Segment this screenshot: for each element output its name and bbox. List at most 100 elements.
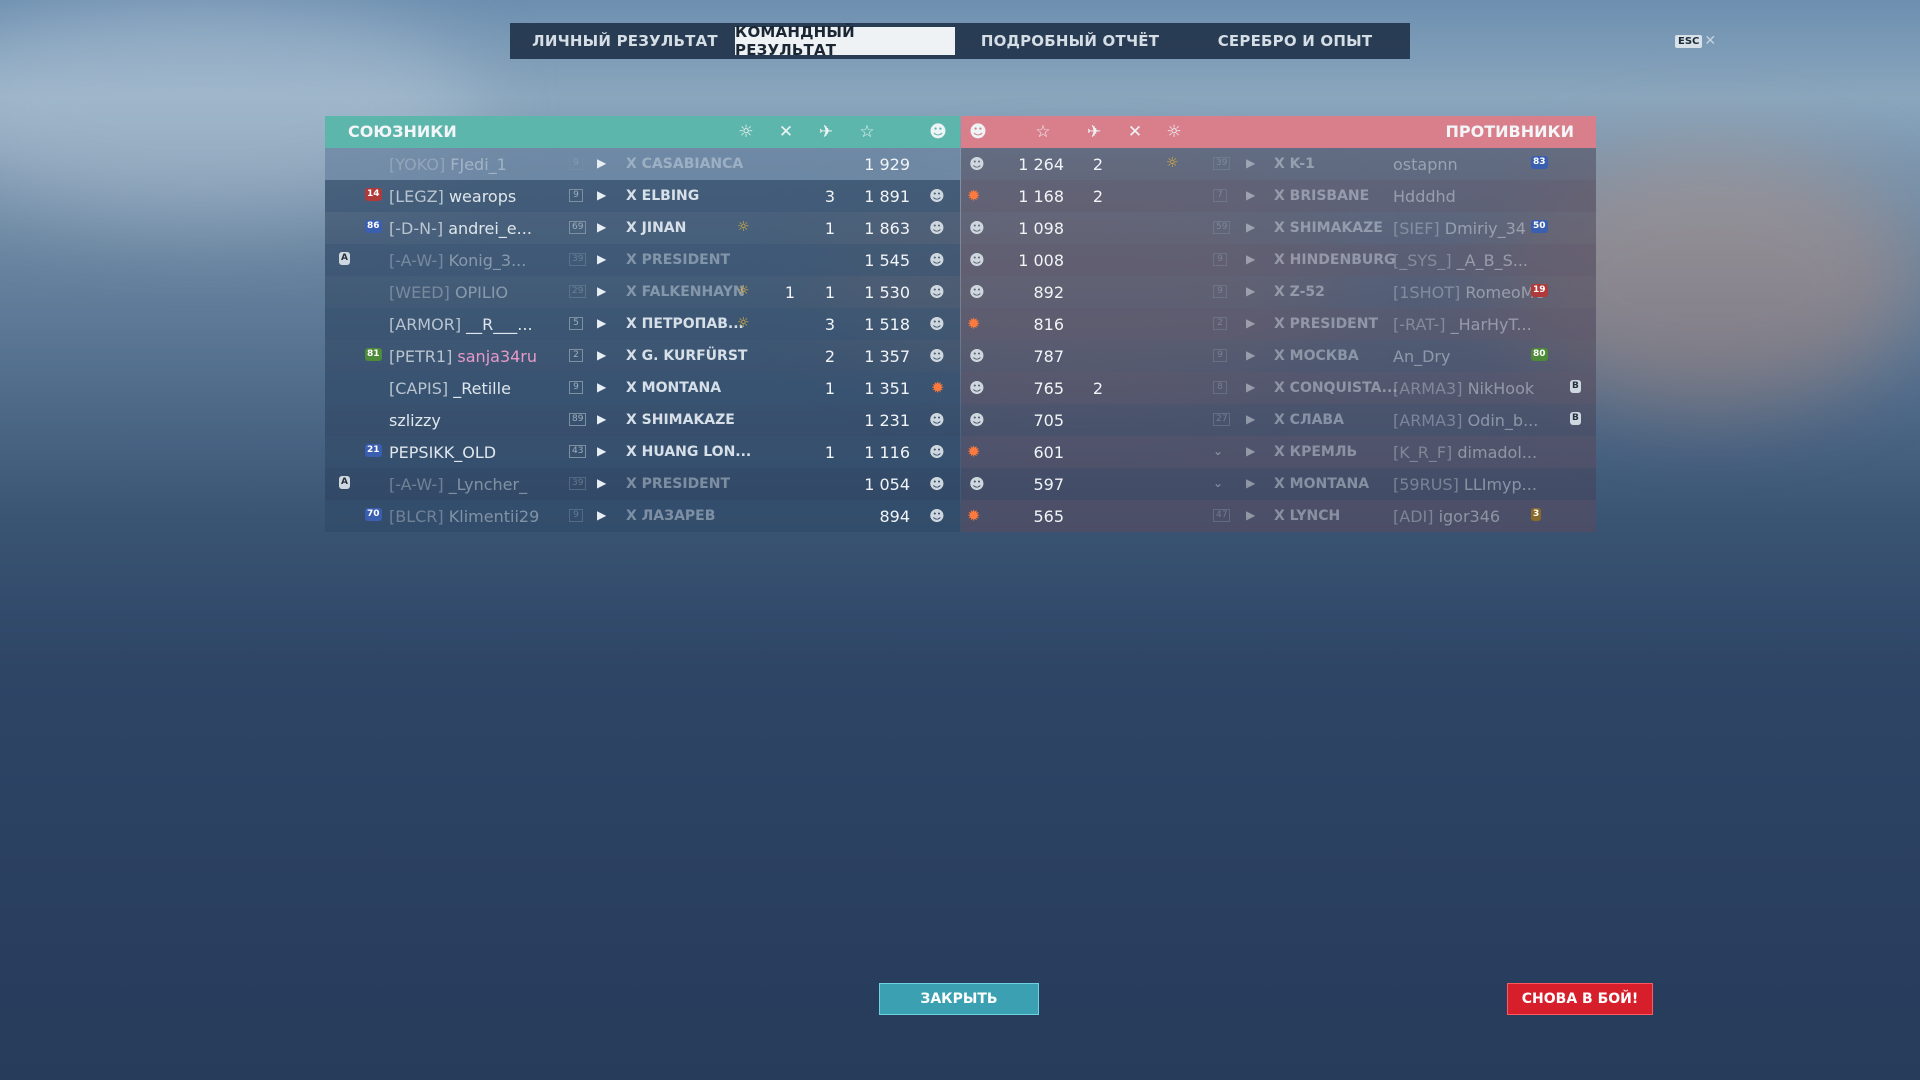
ship-name: X PRESIDENT bbox=[1274, 316, 1379, 332]
ship-level-badge: 9 bbox=[569, 189, 583, 202]
ship-name: X SHIMAKAZE bbox=[1274, 220, 1383, 236]
enemies-row[interactable]: ✹ 816 2 ▶ X PRESIDENT [-RAT-] _HarHyT... bbox=[961, 308, 1596, 340]
allies-row[interactable]: A [-A-W-] _Lyncher_ 39 ▶ X PRESIDENT 1 054 ☻ bbox=[325, 468, 960, 500]
rank-badge: 83 bbox=[1531, 156, 1548, 169]
swords-icon: ✕ bbox=[1127, 122, 1143, 142]
score-value: 597 bbox=[1033, 475, 1064, 494]
player-name: [ARMOR] __R___... bbox=[389, 315, 533, 334]
ship-class-icon: ▶ bbox=[1246, 252, 1256, 266]
allies-row[interactable]: 81 [PETR1] sanja34ru 2 ▶ X G. KURFÜRST 2 1 357… bbox=[325, 340, 960, 372]
player-status-icon: ☻ bbox=[929, 251, 945, 269]
tab-detailed-report[interactable]: ПОДРОБНЫЙ ОТЧЁТ bbox=[955, 27, 1185, 55]
ship-level-badge: 43 bbox=[569, 445, 587, 458]
player-clan: [59RUS] bbox=[1393, 475, 1459, 494]
allies-row[interactable]: 21 PEPSIKK_OLD 43 ▶ X HUANG LON... 1 1 116 ☻ bbox=[325, 436, 960, 468]
tab-personal-result[interactable]: ЛИЧНЫЙ РЕЗУЛЬТАТ bbox=[515, 27, 735, 55]
battle-again-button[interactable]: СНОВА В БОЙ! bbox=[1507, 983, 1653, 1015]
enemies-row[interactable]: ✹ 601 ⌄ ▶ X КРЕМЛЬ [K_R_F] dimadol... bbox=[961, 436, 1596, 468]
player-nickname: wearops bbox=[448, 187, 517, 206]
score-value: 1 098 bbox=[1018, 219, 1064, 238]
player-face-icon: ☻ bbox=[969, 122, 987, 142]
enemies-row[interactable]: ✹ 1 168 2 7 ▶ X BRISBANE Hdddhd bbox=[961, 180, 1596, 212]
player-nickname: andrei_e... bbox=[448, 219, 532, 238]
close-button[interactable]: ЗАКРЫТЬ bbox=[879, 983, 1039, 1015]
allies-row[interactable]: [YOKO] FJedi_1 9 ▶ X CASABIANCA 1 929 bbox=[325, 148, 960, 180]
kills-count: 2 bbox=[1092, 155, 1103, 174]
enemies-row[interactable]: ☻ 892 9 ▶ X Z-52 [1SHOT] RomeoMe 19 bbox=[961, 276, 1596, 308]
enemies-row[interactable]: ☻ 1 264 2 ☼ 39 ▶ X K-1 ostapnn 83 bbox=[961, 148, 1596, 180]
allies-row[interactable]: 70 [BLCR] Klimentii29 9 ▶ X ЛАЗАРЕВ 894 ☻ bbox=[325, 500, 960, 532]
allies-panel: СОЮЗНИКИ ☼ ✕ ✈ ☆ ☻ [YOKO] FJedi_1 9 ▶ X CAS… bbox=[325, 116, 960, 532]
ship-name: X K-1 bbox=[1274, 156, 1315, 172]
enemies-row[interactable]: ☻ 1 098 59 ▶ X SHIMAKAZE [SIEF] Dmiriy_34 50 bbox=[961, 212, 1596, 244]
enemies-row[interactable]: ✹ 565 47 ▶ X LYNCH [ADI] igor346 3 bbox=[961, 500, 1596, 532]
player-status-icon: ☻ bbox=[929, 219, 945, 237]
ship-class-icon: ▶ bbox=[597, 380, 607, 394]
rank-badge: 21 bbox=[365, 444, 382, 457]
kills-count: 1 bbox=[824, 283, 835, 302]
score-value: 1 008 bbox=[1018, 251, 1064, 270]
tab-team-result[interactable]: КОМАНДНЫЙ РЕЗУЛЬТАТ bbox=[735, 23, 955, 59]
enemies-row[interactable]: ☻ 1 008 9 ▶ X HINDENBURG [_SYS_] _A_B_S... bbox=[961, 244, 1596, 276]
ship-name: X CONQUISTA... bbox=[1274, 380, 1398, 396]
ship-class-icon: ▶ bbox=[597, 476, 607, 490]
player-nickname: igor346 bbox=[1438, 507, 1501, 526]
ship-class-icon: ▶ bbox=[1246, 316, 1256, 330]
enemies-row[interactable]: ☻ 705 27 ▶ X СЛАВА [ARMA3] Odin_b... B bbox=[961, 404, 1596, 436]
player-name: [K_R_F] dimadol... bbox=[1393, 443, 1537, 462]
ship-name: X CASABIANCA bbox=[626, 156, 744, 172]
player-clan: [WEED] bbox=[389, 283, 450, 302]
ship-name: X HINDENBURG bbox=[1274, 252, 1396, 268]
score-value: 1 929 bbox=[864, 155, 910, 174]
ship-level-badge: 39 bbox=[569, 477, 587, 490]
allies-row[interactable]: A [-A-W-] Konig_3... 39 ▶ X PRESIDENT 1 545 ☻ bbox=[325, 244, 960, 276]
ship-name: X СЛАВА bbox=[1274, 412, 1344, 428]
ship-level-badge: 47 bbox=[1213, 509, 1231, 522]
score-value: 1 116 bbox=[864, 443, 910, 462]
allies-row[interactable]: 14 [LEGZ] wearops 9 ▶ X ELBING 3 1 891 ☻ bbox=[325, 180, 960, 212]
player-nickname: OPILIO bbox=[454, 283, 509, 302]
player-name: [LEGZ] wearops bbox=[389, 187, 516, 206]
planes-count: 1 bbox=[784, 283, 795, 302]
ship-name: X JINAN bbox=[626, 220, 687, 236]
ship-name: X ПЕТРОПАВ... bbox=[626, 316, 744, 332]
ship-class-icon: ▶ bbox=[1246, 220, 1256, 234]
player-nickname: LLImyp... bbox=[1463, 475, 1537, 494]
player-name: szlizzy bbox=[389, 411, 441, 430]
ship-class-icon: ▶ bbox=[597, 220, 607, 234]
division-flag-icon: A bbox=[339, 476, 350, 489]
division-flag-icon: A bbox=[339, 252, 350, 265]
enemies-row[interactable]: ☻ 765 2 8 ▶ X CONQUISTA... [ARMA3] NikHook B bbox=[961, 372, 1596, 404]
player-nickname: Odin_b... bbox=[1467, 411, 1539, 430]
score-value: 765 bbox=[1033, 379, 1064, 398]
player-nickname: FJedi_1 bbox=[450, 155, 507, 174]
ship-level-badge: 5 bbox=[569, 317, 583, 330]
allies-row[interactable]: [ARMOR] __R___... 5 ▶ X ПЕТРОПАВ... ☼ 3 1 518 ☻ bbox=[325, 308, 960, 340]
player-nickname: szlizzy bbox=[389, 411, 441, 430]
player-nickname: NikHook bbox=[1467, 379, 1535, 398]
player-name: [-D-N-] andrei_e... bbox=[389, 219, 532, 238]
ship-name: X МОСКВА bbox=[1274, 348, 1359, 364]
ship-name: X ЛАЗАРЕВ bbox=[626, 508, 716, 524]
allies-row[interactable]: [CAPIS] _Retille 9 ▶ X MONTANA 1 1 351 ✹ bbox=[325, 372, 960, 404]
player-nickname: PEPSIKK_OLD bbox=[389, 443, 497, 462]
allies-row[interactable]: 86 [-D-N-] andrei_e... 69 ▶ X JINAN ☼ 1 1 863 ☻ bbox=[325, 212, 960, 244]
ship-name: X ELBING bbox=[626, 188, 700, 204]
fire-icon: ✹ bbox=[931, 378, 945, 397]
tab-credits-xp[interactable]: СЕРЕБРО И ОПЫТ bbox=[1185, 27, 1405, 55]
kills-count: 1 bbox=[824, 379, 835, 398]
enemies-row[interactable]: ☻ 787 9 ▶ X МОСКВА An_Dry 80 bbox=[961, 340, 1596, 372]
allies-row[interactable]: [WEED] OPILIO 29 ▶ X FALKENHAYN ☼ 1 1 1 530 ☻ bbox=[325, 276, 960, 308]
allies-row[interactable]: szlizzy 89 ▶ X SHIMAKAZE 1 231 ☻ bbox=[325, 404, 960, 436]
esc-close[interactable]: ESC ✕ bbox=[1675, 33, 1716, 49]
player-status-icon: ☻ bbox=[929, 187, 945, 205]
enemies-list: ☻ 1 264 2 ☼ 39 ▶ X K-1 ostapnn 83 ✹ 1 168 2 7 ▶ X BRI… bbox=[961, 148, 1596, 532]
ship-class-icon: ▶ bbox=[597, 252, 607, 266]
medal-icon: ☼ bbox=[737, 283, 750, 299]
kills-count: 2 bbox=[1092, 379, 1103, 398]
ship-level-badge: 59 bbox=[1213, 221, 1231, 234]
ship-class-icon: ▶ bbox=[1246, 380, 1256, 394]
player-status-icon: ☻ bbox=[929, 475, 945, 493]
ship-class-icon: ▶ bbox=[597, 156, 607, 170]
enemies-row[interactable]: ☻ 597 ⌄ ▶ X MONTANA [59RUS] LLImyp... bbox=[961, 468, 1596, 500]
